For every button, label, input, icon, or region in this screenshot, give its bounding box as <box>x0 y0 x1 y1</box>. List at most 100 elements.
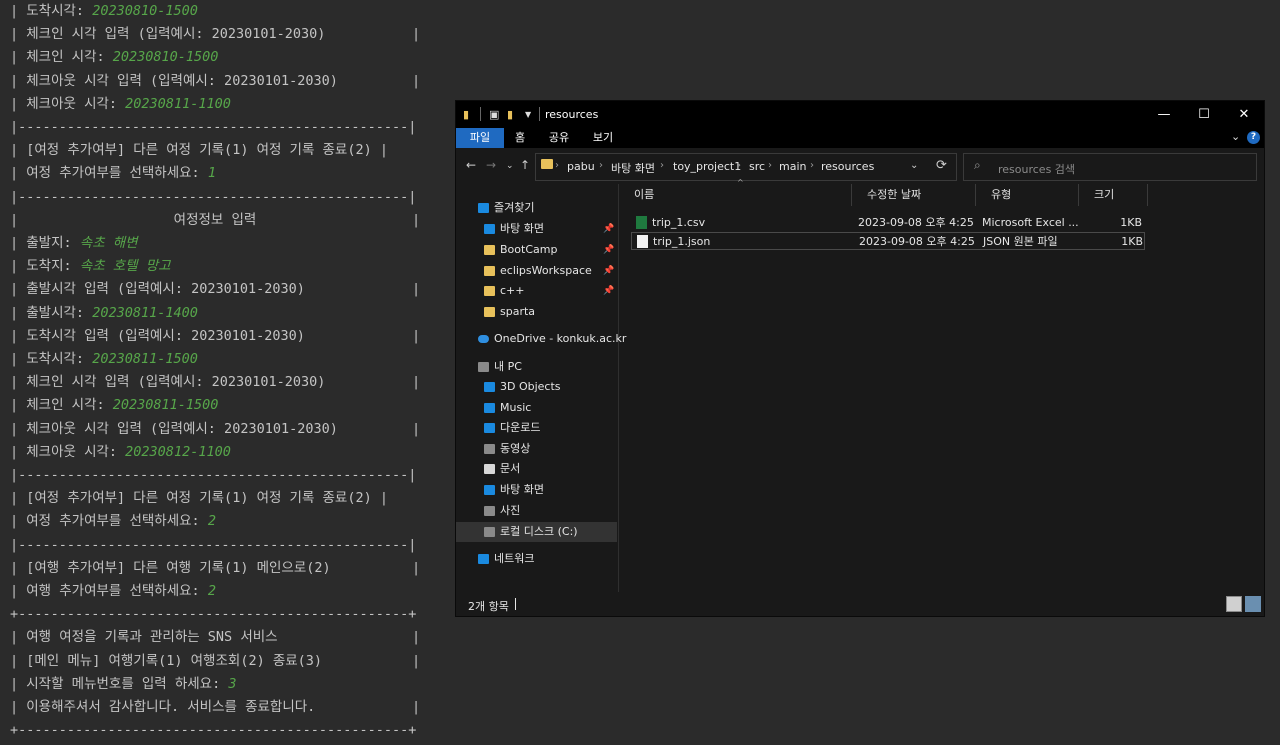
pin-icon: 📌 <box>603 266 615 276</box>
address-bar[interactable]: › pabu › 바탕 화면 › toy_project1 › src › main › resour… <box>535 153 957 181</box>
breadcrumb-item[interactable]: 바탕 화면 <box>611 160 655 176</box>
chevron-right-icon[interactable]: › <box>768 160 772 171</box>
console-line: | 체크아웃 시각 입력 (입력예시: 20230101-2030) | <box>10 70 420 93</box>
onedrive-icon <box>478 335 489 343</box>
chevron-right-icon[interactable]: › <box>660 160 664 171</box>
column-header-modified[interactable]: 수정한 날짜 <box>852 184 976 206</box>
folder-icon <box>541 159 553 169</box>
details-view-icon[interactable] <box>1226 596 1242 612</box>
console-line-text: |---------------------------------------… <box>10 467 417 483</box>
console-line-text: | 체크인 시각: <box>10 397 113 414</box>
console-line-text: | 도착시각 입력 (입력예시: 20230101-2030) <box>10 327 305 344</box>
tab-view[interactable]: 보기 <box>588 128 618 148</box>
console-line: |---------------------------------------… <box>10 186 416 209</box>
back-arrow-icon[interactable]: ← <box>466 158 476 172</box>
nav-item[interactable]: 네트워크 <box>456 549 617 569</box>
pc-icon <box>478 362 489 372</box>
tab-home[interactable]: 홈 <box>508 128 532 148</box>
console-line: | [메인 메뉴] 여행기록(1) 여행조회(2) 종료(3) | <box>10 650 420 673</box>
breadcrumb-item[interactable]: resources <box>821 160 874 173</box>
console-line-text: | 여행 여정을 기록과 관리하는 SNS 서비스 <box>10 629 278 646</box>
breadcrumb-item[interactable]: pabu <box>567 160 595 173</box>
maximize-button[interactable]: ☐ <box>1184 101 1224 128</box>
file-row[interactable]: trip_1.csv 2023-09-08 오후 4:25 Microsoft Ex… <box>631 214 1145 232</box>
chevron-right-icon[interactable]: › <box>810 160 814 171</box>
console-line: | [여정 추가여부] 다른 여정 기록(1) 여정 기록 종료(2) | <box>10 487 388 510</box>
tab-file[interactable]: 파일 <box>456 128 504 148</box>
console-line: |---------------------------------------… <box>10 116 416 139</box>
close-button[interactable]: ✕ <box>1224 101 1264 128</box>
console-line: | 여정 추가여부를 선택하세요: 1 <box>10 162 216 185</box>
nav-item[interactable]: 내 PC <box>456 357 617 377</box>
column-header-type[interactable]: 유형 <box>976 184 1079 206</box>
console-line: | [여행 추가여부] 다른 여행 기록(1) 메인으로(2) | <box>10 557 420 580</box>
nav-item[interactable]: 다운로드 <box>456 418 617 438</box>
chevron-down-icon[interactable]: ⌄ <box>1231 130 1240 143</box>
file-row[interactable]: trip_1.json 2023-09-08 오후 4:25 JSON 원본 파일 1… <box>631 232 1145 250</box>
properties-icon[interactable]: ▣ <box>489 108 499 121</box>
console-user-input: 20230810-1500 <box>112 49 219 66</box>
console-section-title: 여정정보 입력 <box>173 211 257 228</box>
file-modified-date: 2023-09-08 오후 4:25 <box>859 235 975 248</box>
large-icons-view-icon[interactable] <box>1245 596 1261 612</box>
up-arrow-icon[interactable]: ↑ <box>520 158 530 172</box>
drive-icon <box>484 527 495 537</box>
console-line-text: | 출발시각 입력 (입력예시: 20230101-2030) <box>10 281 305 298</box>
nav-item[interactable]: 사진 <box>456 501 617 521</box>
breadcrumb-item[interactable]: src <box>749 160 765 173</box>
star-icon <box>478 203 489 213</box>
column-header-size[interactable]: 크기 <box>1079 184 1148 206</box>
help-icon[interactable]: ? <box>1247 131 1260 144</box>
navigation-pane: 즐겨찾기 바탕 화면 📌 BootCamp 📌 eclipsWorkspace 📌 c++ 📌 s… <box>456 184 626 592</box>
console-line-text: |---------------------------------------… <box>10 119 417 135</box>
forward-arrow-icon[interactable]: → <box>486 158 496 172</box>
console-right-border: | <box>412 327 421 344</box>
chevron-right-icon[interactable]: › <box>555 160 559 171</box>
file-size: 1KB <box>1120 216 1142 229</box>
nav-item[interactable]: c++ 📌 <box>456 281 617 301</box>
console-right-border: | <box>412 559 421 576</box>
column-header-name[interactable]: 이름 <box>619 184 852 206</box>
recent-locations-icon[interactable]: ⌄ <box>506 161 514 171</box>
nav-item[interactable]: 로컬 디스크 (C:) <box>456 522 617 542</box>
nav-item[interactable]: 즐겨찾기 <box>456 198 617 218</box>
console-right-border: | <box>412 699 421 715</box>
pin-icon: 📌 <box>603 286 615 296</box>
new-folder-icon[interactable]: ▮ <box>507 108 513 121</box>
nav-item[interactable]: 3D Objects <box>456 377 617 397</box>
nav-item[interactable]: BootCamp 📌 <box>456 240 617 260</box>
nav-item[interactable]: 문서 <box>456 459 617 479</box>
nav-item-label: 문서 <box>500 462 521 475</box>
nav-item[interactable]: 동영상 <box>456 439 617 459</box>
console-line-text: | 도착지: <box>10 258 80 275</box>
nav-item[interactable]: 바탕 화면 <box>456 480 617 500</box>
address-dropdown-icon[interactable]: ⌄ <box>910 160 918 171</box>
nav-item[interactable]: eclipsWorkspace 📌 <box>456 261 617 281</box>
console-right-border: | <box>412 72 421 89</box>
refresh-icon[interactable]: ⟳ <box>936 158 947 173</box>
console-line-text: | 체크인 시각: <box>10 49 113 66</box>
search-placeholder: resources 검색 <box>998 163 1076 176</box>
chevron-right-icon[interactable]: › <box>599 160 603 171</box>
nav-item[interactable]: 바탕 화면 📌 <box>456 219 617 239</box>
nav-item[interactable]: sparta <box>456 302 617 322</box>
console-line: | 체크아웃 시각 입력 (입력예시: 20230101-2030) | <box>10 418 420 441</box>
console-user-input: 20230811-1400 <box>92 304 198 321</box>
nav-item[interactable]: OneDrive - konkuk.ac.kr <box>456 329 626 349</box>
console-user-input: 20230811-1500 <box>112 397 219 414</box>
nav-item[interactable]: Music <box>456 398 617 418</box>
nav-item-label: Music <box>500 401 532 414</box>
chevron-right-icon[interactable]: › <box>737 160 741 171</box>
minimize-button[interactable]: — <box>1144 101 1184 128</box>
console-right-border: | <box>412 281 421 298</box>
console-line: | 도착시각: 20230810-1500 <box>10 0 198 23</box>
breadcrumb-item[interactable]: toy_project1 <box>673 160 741 173</box>
console-line: | 도착시각 입력 (입력예시: 20230101-2030) | <box>10 325 420 348</box>
console-line: | 체크인 시각: 20230811-1500 <box>10 394 218 417</box>
tab-share[interactable]: 공유 <box>544 128 574 148</box>
quick-access-dropdown-icon[interactable]: ▼ <box>525 110 531 119</box>
search-box[interactable]: ⌕ resources 검색 <box>963 153 1257 181</box>
nav-item-label: BootCamp <box>500 243 558 256</box>
breadcrumb-item[interactable]: main <box>779 160 806 173</box>
file-list: ^ 이름 수정한 날짜 유형 크기 trip_1.csv 2023-09-08 오… <box>619 178 1264 592</box>
